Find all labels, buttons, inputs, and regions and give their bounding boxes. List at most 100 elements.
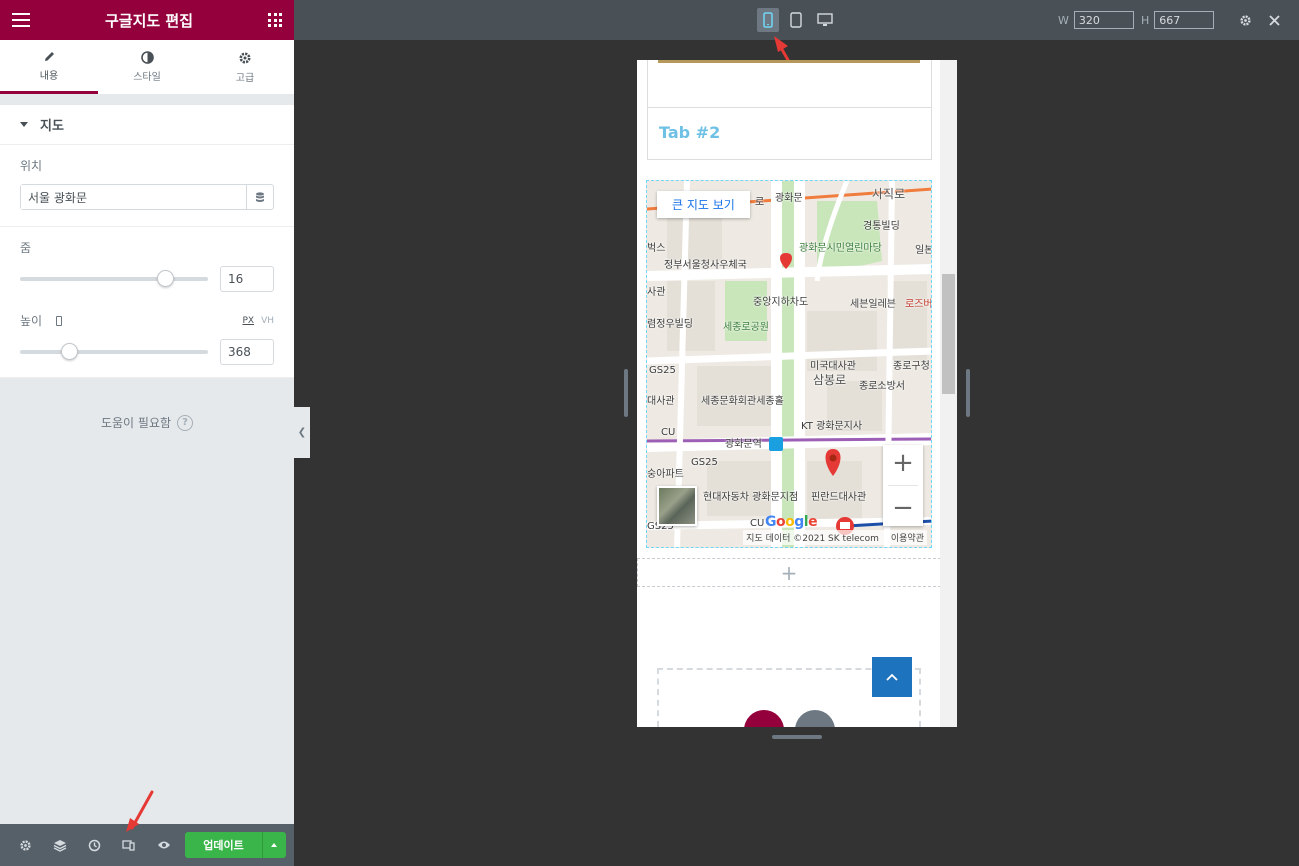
help-text: 도움이 필요함 bbox=[100, 416, 172, 430]
pencil-icon bbox=[44, 51, 54, 61]
add-section-dropzone[interactable]: + bbox=[637, 558, 941, 587]
map-label: 핀란드대사관 bbox=[811, 492, 867, 503]
zoom-slider[interactable] bbox=[20, 270, 208, 287]
height-slider-row bbox=[20, 339, 274, 365]
zoom-out-icon[interactable]: − bbox=[892, 493, 914, 523]
editor-panel: 구글지도 편집 내용 스타일 고급 지도 위치 서울 광화문 줌 16 높이 P… bbox=[0, 0, 294, 866]
google-logo: Google bbox=[765, 514, 818, 530]
map-label: CU bbox=[750, 518, 765, 529]
desktop-device-icon[interactable] bbox=[814, 8, 836, 32]
resize-handle-right[interactable] bbox=[966, 369, 970, 417]
tab-image-strip bbox=[658, 60, 920, 63]
google-map[interactable]: 광화문 사직로 경통빌딩 광화문시민열린마당 일본 벅스 정부서울청사우체국 중… bbox=[646, 180, 932, 548]
section-title: 지도 bbox=[40, 119, 64, 134]
unit-switcher: PX VH bbox=[242, 316, 274, 326]
map-label: 삼봉로 bbox=[813, 373, 847, 387]
map-label: 정부서울청사우체국 bbox=[664, 260, 747, 271]
map-label: 대사관 bbox=[647, 396, 675, 407]
map-label: 세종로공원 bbox=[723, 322, 769, 333]
location-input[interactable] bbox=[21, 185, 246, 209]
plus-icon: + bbox=[780, 560, 798, 585]
widgets-grid-icon[interactable] bbox=[268, 13, 282, 27]
location-field-wrap bbox=[20, 184, 274, 210]
map-label: CU bbox=[661, 427, 676, 438]
location-label: 위치 bbox=[20, 159, 43, 173]
navigator-layers-icon[interactable] bbox=[43, 824, 78, 866]
map-label: 현대자동차 광화문지점 bbox=[703, 492, 799, 503]
contrast-icon bbox=[140, 51, 154, 64]
map-label: 로즈버 bbox=[905, 299, 932, 310]
close-icon[interactable] bbox=[1263, 8, 1285, 32]
settings-gear-icon[interactable] bbox=[8, 824, 43, 866]
height-field: H bbox=[1141, 11, 1215, 29]
resize-handle-bottom[interactable] bbox=[772, 735, 822, 739]
terms-link[interactable]: 이용약관 bbox=[891, 531, 924, 544]
tab-style-label: 스타일 bbox=[133, 72, 161, 83]
mobile-device-icon[interactable] bbox=[757, 8, 779, 32]
history-icon[interactable] bbox=[77, 824, 112, 866]
map-label: GS25 bbox=[691, 457, 718, 468]
collapse-panel-chevron-icon[interactable]: ❮ bbox=[294, 407, 310, 458]
unit-vh[interactable]: VH bbox=[261, 316, 274, 326]
map-label: 일본 bbox=[915, 245, 932, 256]
map-label: 숭아파트 bbox=[647, 469, 684, 480]
panel-tabs: 내용 스타일 고급 bbox=[0, 40, 294, 95]
tablet-device-icon[interactable] bbox=[785, 8, 807, 32]
update-button[interactable]: 업데이트 bbox=[185, 832, 262, 858]
section-header[interactable]: 지도 bbox=[0, 105, 294, 145]
zoom-slider-thumb[interactable] bbox=[156, 270, 174, 287]
height-label: H bbox=[1141, 13, 1150, 27]
height-slider[interactable] bbox=[20, 343, 208, 360]
map-label: 렴정우빌딩 bbox=[647, 319, 693, 330]
tab-advanced-label: 고급 bbox=[235, 72, 255, 84]
tab-2-title[interactable]: Tab #2 bbox=[659, 123, 720, 142]
resize-handle-left[interactable] bbox=[624, 369, 628, 417]
height-control: 높이 PX VH bbox=[0, 304, 294, 378]
map-label: GS25 bbox=[649, 365, 676, 376]
height-label: 높이 bbox=[20, 314, 43, 328]
map-label: 세종문화회관세종홀 bbox=[701, 396, 784, 407]
height-label-row: 높이 PX VH bbox=[20, 312, 274, 329]
satellite-toggle[interactable] bbox=[657, 486, 697, 526]
zoom-input[interactable] bbox=[220, 266, 274, 292]
attribution-text: 지도 데이터 ©2021 SK telecom bbox=[746, 534, 879, 544]
map-attribution: 지도 데이터 ©2021 SK telecom 이용약관 bbox=[743, 530, 927, 545]
height-slider-thumb[interactable] bbox=[61, 343, 79, 360]
map-label: 벅스 bbox=[647, 243, 666, 254]
mobile-preview: Tab #2 광화문 사직로 경통빌딩 광화문시민열린마당 일본 벅스 정부서울… bbox=[637, 60, 957, 727]
question-icon: ? bbox=[177, 414, 194, 431]
scroll-to-top-button[interactable] bbox=[872, 657, 912, 697]
update-options-caret-icon[interactable] bbox=[261, 832, 287, 858]
scrollbar-thumb[interactable] bbox=[942, 274, 955, 394]
tab-style[interactable]: 스타일 bbox=[98, 40, 196, 94]
unit-px[interactable]: PX bbox=[242, 316, 254, 326]
database-icon[interactable] bbox=[246, 185, 273, 209]
tab-advanced[interactable]: 고급 bbox=[196, 40, 294, 94]
zoom-in-icon[interactable]: + bbox=[892, 448, 914, 478]
caret-down-icon bbox=[20, 122, 28, 127]
zoom-label: 줌 bbox=[20, 241, 32, 255]
map-label: 미국대사관 bbox=[810, 361, 856, 372]
tab-content-label: 내용 bbox=[39, 70, 59, 82]
panel-title: 구글지도 편집 bbox=[104, 11, 194, 30]
map-label: 중앙지하차도 bbox=[753, 297, 809, 308]
hamburger-menu-icon[interactable] bbox=[12, 13, 30, 27]
mobile-device-icon bbox=[56, 315, 63, 326]
help-link[interactable]: 도움이 필요함 ? bbox=[0, 414, 294, 431]
height-input[interactable] bbox=[220, 339, 274, 365]
map-label: 종로소방서 bbox=[859, 381, 905, 392]
preview-settings-gear-icon[interactable] bbox=[1234, 8, 1256, 32]
annotation-arrow-footer bbox=[126, 790, 154, 832]
zoom-slider-row bbox=[20, 266, 274, 292]
map-label: 광화문 bbox=[775, 193, 803, 204]
map-label: 광화문시민열린마당 bbox=[799, 243, 882, 254]
map-zoom-controls: + − bbox=[883, 445, 923, 526]
zoom-control: 줌 bbox=[0, 227, 294, 304]
width-input[interactable] bbox=[1073, 11, 1134, 29]
height-input[interactable] bbox=[1154, 11, 1215, 29]
map-label: 로 bbox=[755, 197, 765, 208]
tab-content[interactable]: 내용 bbox=[0, 40, 98, 94]
view-larger-map-button[interactable]: 큰 지도 보기 bbox=[657, 191, 750, 218]
tab-divider bbox=[648, 107, 931, 108]
preview-scrollbar[interactable] bbox=[940, 60, 957, 727]
